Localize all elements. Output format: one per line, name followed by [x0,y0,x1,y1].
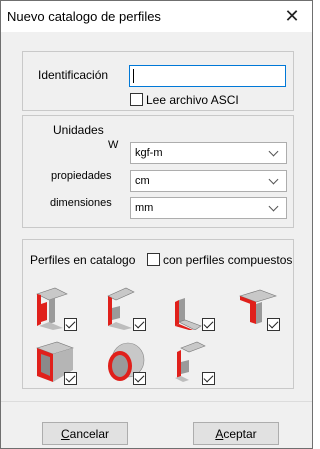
properties-unit-label: propiedades [51,170,112,182]
w-unit-value: kgf-m [135,147,163,159]
shape-item-i-beam[interactable] [33,286,93,346]
title-bar: Nuevo catalogo de perfiles ✕ [1,1,312,32]
shape-item-z-section[interactable] [171,340,231,400]
dialog-window: Nuevo catalogo de perfiles ✕ Identificac… [0,0,313,449]
circular-tube-checkbox[interactable] [133,372,146,385]
cancel-button[interactable]: Cancelar [42,422,128,445]
i-beam-checkbox[interactable] [64,318,77,331]
z-section-checkbox[interactable] [202,372,215,385]
channel-checkbox[interactable] [133,318,146,331]
shape-item-rectangular-tube[interactable] [33,340,93,400]
identification-label: Identificación [38,68,109,82]
dimensions-unit-value: mm [135,202,154,214]
properties-unit-select[interactable]: cm [130,170,287,192]
cancel-mnemonic: C [60,426,70,441]
shape-item-channel[interactable] [102,286,162,346]
dimensions-unit-select[interactable]: mm [130,197,287,219]
accept-button[interactable]: Aceptar [193,422,279,445]
chevron-down-icon [268,201,279,212]
catalog-label: Perfiles en catalogo [30,253,136,267]
accept-mnemonic: A [215,426,224,441]
tee-checkbox[interactable] [267,318,280,331]
composite-profiles-checkbox[interactable] [147,253,160,266]
rectangular-tube-checkbox[interactable] [64,372,77,385]
cancel-label: ancelar [69,426,110,441]
read-ascii-checkbox[interactable] [130,93,143,106]
read-ascii-label[interactable]: Lee archivo ASCI [146,93,239,107]
close-icon[interactable]: ✕ [272,1,312,32]
shape-item-circular-tube[interactable] [102,340,162,400]
identification-input[interactable] [129,65,286,87]
composite-profiles-label[interactable]: con perfiles compuestos [163,253,292,267]
shape-item-angle[interactable] [171,286,231,346]
dimensions-unit-label: dimensiones [50,197,112,209]
accept-label: ceptar [223,426,257,441]
chevron-down-icon [268,174,279,185]
w-unit-label: W [108,139,119,151]
shape-item-tee[interactable] [236,286,296,346]
window-title: Nuevo catalogo de perfiles [7,9,161,24]
chevron-down-icon [268,146,279,157]
text-caret [133,69,134,83]
properties-unit-value: cm [135,175,150,187]
units-group-label: Unidades [53,123,104,137]
w-unit-select[interactable]: kgf-m [130,142,287,164]
angle-checkbox[interactable] [202,318,215,331]
